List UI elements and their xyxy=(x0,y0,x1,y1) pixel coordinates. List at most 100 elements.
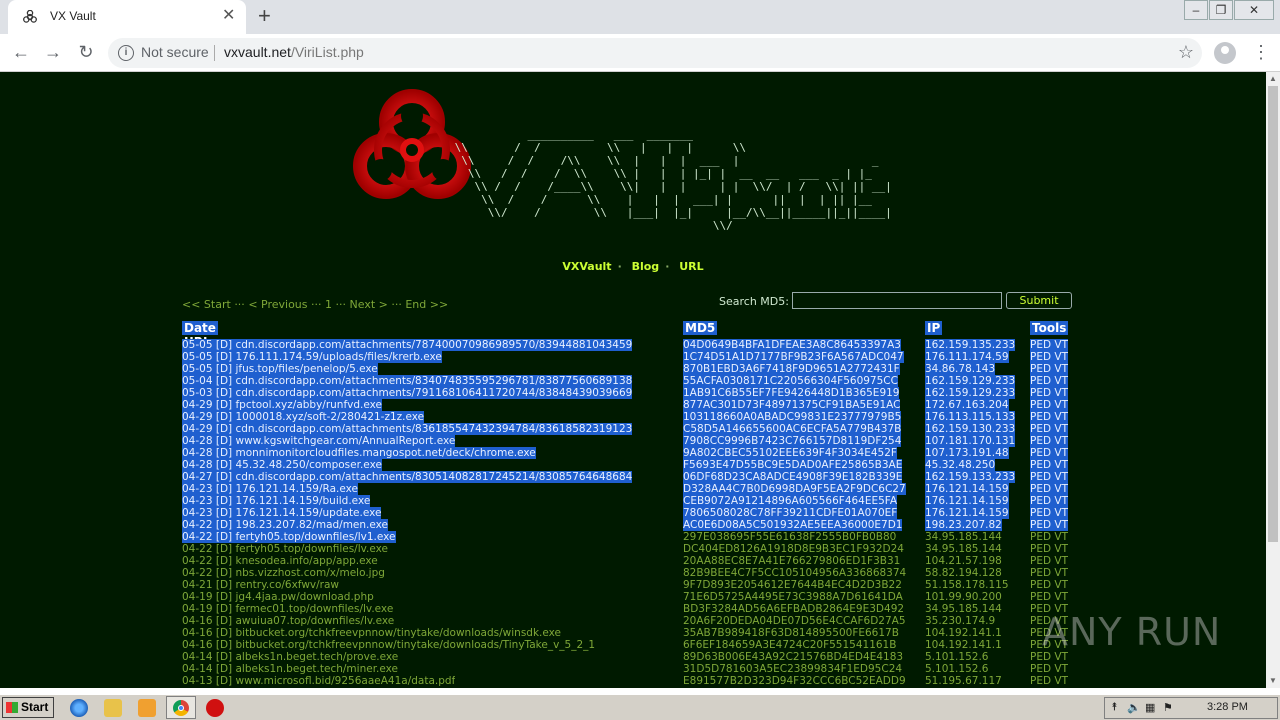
download-link-icon[interactable]: [D] xyxy=(213,627,236,639)
malware-url-link[interactable]: albeks1n.beget.tech/miner.exe xyxy=(235,663,398,675)
ip-link[interactable]: 176.111.174.59 xyxy=(925,351,1009,363)
download-link-icon[interactable]: [D] xyxy=(213,567,236,579)
stop-icon[interactable] xyxy=(206,699,224,717)
malware-url-link[interactable]: fpctool.xyz/abby/runfvd.exe xyxy=(235,399,382,411)
download-link-icon[interactable]: [D] xyxy=(213,543,236,555)
download-link-icon[interactable]: [D] xyxy=(213,483,236,495)
tools-links[interactable]: PED VT xyxy=(1030,363,1068,375)
tools-links[interactable]: PED VT xyxy=(1030,567,1068,579)
download-link-icon[interactable]: [D] xyxy=(213,651,236,663)
ip-link[interactable]: 35.230.174.9 xyxy=(925,615,995,627)
tools-links[interactable]: PED VT xyxy=(1030,339,1068,351)
download-link-icon[interactable]: [D] xyxy=(213,423,236,435)
page-scrollbar[interactable]: ▲ ▼ xyxy=(1266,72,1280,688)
download-link-icon[interactable]: [D] xyxy=(213,375,236,387)
scroll-up-arrow-icon[interactable]: ▲ xyxy=(1266,72,1280,86)
tools-links[interactable]: PED VT xyxy=(1030,507,1068,519)
tab-vx-vault[interactable]: VX Vault ✕ xyxy=(8,0,246,34)
ip-link[interactable]: 176.113.115.133 xyxy=(925,411,1016,423)
download-link-icon[interactable]: [D] xyxy=(213,639,236,651)
download-link-icon[interactable]: [D] xyxy=(213,603,236,615)
ip-link[interactable]: 5.101.152.6 xyxy=(925,663,988,675)
info-icon[interactable]: i xyxy=(118,45,134,61)
network-icon[interactable]: ▦ xyxy=(1145,701,1155,714)
search-md5-input[interactable] xyxy=(792,292,1002,309)
ip-link[interactable]: 162.159.129.233 xyxy=(925,375,1016,387)
tools-links[interactable]: PED VT xyxy=(1030,375,1068,387)
download-link-icon[interactable]: [D] xyxy=(213,339,236,351)
md5-link[interactable]: 9F7D893E2054612E7644B4EC4D2D3B22 xyxy=(683,579,902,591)
tab-close-icon[interactable]: ✕ xyxy=(222,7,235,25)
window-close-button[interactable]: ✕ xyxy=(1234,0,1274,20)
scroll-down-arrow-icon[interactable]: ▼ xyxy=(1266,674,1280,688)
download-link-icon[interactable]: [D] xyxy=(213,591,236,603)
md5-link[interactable]: 06DF68D23CA8ADCE4908F39E182B339E xyxy=(683,471,903,483)
md5-link[interactable]: 55ACFA0308171C220566304F560975CC xyxy=(683,375,898,387)
download-link-icon[interactable]: [D] xyxy=(213,531,236,543)
ip-link[interactable]: 162.159.133.233 xyxy=(925,471,1016,483)
ip-link[interactable]: 107.173.191.48 xyxy=(925,447,1009,459)
address-bar[interactable]: i Not secure vxvault.net/ViriList.php ☆ xyxy=(108,38,1202,68)
ip-link[interactable]: 176.121.14.159 xyxy=(925,483,1009,495)
tools-links[interactable]: PED VT xyxy=(1030,351,1068,363)
restore-button[interactable]: ❐ xyxy=(1209,0,1233,20)
tools-links[interactable]: PED VT xyxy=(1030,579,1068,591)
md5-link[interactable]: 870B1EBD3A6F7418F9D9651A2772431F xyxy=(683,363,900,375)
tools-links[interactable]: PED VT xyxy=(1030,663,1068,675)
md5-link[interactable]: 04D0649B4BFA1DFEAE3A8C86453397A3 xyxy=(683,339,901,351)
ip-link[interactable]: 176.121.14.159 xyxy=(925,507,1009,519)
md5-link[interactable]: D328AA4C7B0D6998DA9F5EA2F9DC6C27 xyxy=(683,483,906,495)
md5-link[interactable]: 877AC301D73F48971375CF91BA5E91AC xyxy=(683,399,901,411)
malware-url-link[interactable]: rentry.co/6xfwv/raw xyxy=(235,579,339,591)
md5-link[interactable]: 89D63B006E43A92C21576BD4ED4E4183 xyxy=(683,651,903,663)
md5-link[interactable]: 1C74D51A1D7177BF9B23F6A567ADC047 xyxy=(683,351,904,363)
ip-link[interactable]: 58.82.194.128 xyxy=(925,567,1002,579)
start-button[interactable]: Start xyxy=(2,697,54,718)
download-link-icon[interactable]: [D] xyxy=(213,507,236,519)
pager-previous[interactable]: < Previous xyxy=(248,298,307,311)
media-player-icon[interactable] xyxy=(138,699,156,717)
tools-links[interactable]: PED VT xyxy=(1030,495,1068,507)
menu-kebab-icon[interactable]: ⋮ xyxy=(1252,42,1270,62)
md5-link[interactable]: 20AA88EC8E7A41E766279806ED1F3B31 xyxy=(683,555,900,567)
submit-button[interactable]: Submit xyxy=(1006,292,1072,309)
md5-link[interactable]: DC404ED8126A1918D8E9B3EC1F932D24 xyxy=(683,543,904,555)
volume-icon[interactable]: 🔈 xyxy=(1127,701,1141,714)
download-link-icon[interactable]: [D] xyxy=(213,615,236,627)
md5-link[interactable]: 297E038695F55E61638F2555B0FB0B80 xyxy=(683,531,896,543)
download-link-icon[interactable]: [D] xyxy=(213,459,236,471)
malware-url-link[interactable]: 176.111.174.59/uploads/files/krerb.exe xyxy=(235,351,441,363)
pager-start[interactable]: << Start xyxy=(182,298,231,311)
pager-next[interactable]: Next > xyxy=(350,298,388,311)
nav-blog[interactable]: Blog xyxy=(632,260,660,273)
tools-links[interactable]: PED VT xyxy=(1030,435,1068,447)
bookmark-star-icon[interactable]: ☆ xyxy=(1178,42,1194,63)
tools-links[interactable]: PED VT xyxy=(1030,483,1068,495)
ip-link[interactable]: 34.95.185.144 xyxy=(925,603,1002,615)
url-text[interactable]: vxvault.net/ViriList.php xyxy=(224,44,364,60)
tools-links[interactable]: PED VT xyxy=(1030,411,1068,423)
md5-link[interactable]: AC0E6D08A5C501932AE5EEA36000E7D1 xyxy=(683,519,903,531)
malware-url-link[interactable]: 176.121.14.159/update.exe xyxy=(235,507,381,519)
malware-url-link[interactable]: 45.32.48.250/composer.exe xyxy=(235,459,381,471)
ip-link[interactable]: 107.181.170.131 xyxy=(925,435,1016,447)
reload-icon[interactable]: ↻ xyxy=(74,40,98,64)
ip-link[interactable]: 34.86.78.143 xyxy=(925,363,996,375)
malware-url-link[interactable]: cdn.discordapp.com/attachments/787400070… xyxy=(235,339,632,351)
md5-link[interactable]: 7908CC9996B7423C766157D8119DF254 xyxy=(683,435,902,447)
folder-icon[interactable] xyxy=(104,699,122,717)
malware-url-link[interactable]: monnimonitorcloudfiles.mangospot.net/dec… xyxy=(235,447,535,459)
download-link-icon[interactable]: [D] xyxy=(213,363,236,375)
md5-link[interactable]: E891577B2D323D94F32CCC6BC52EADD9 xyxy=(683,675,906,687)
malware-url-link[interactable]: 176.121.14.159/Ra.exe xyxy=(235,483,358,495)
tools-links[interactable]: PED VT xyxy=(1030,387,1068,399)
ip-link[interactable]: 104.192.141.1 xyxy=(925,627,1002,639)
md5-link[interactable]: C58D5A146655600AC6ECFA5A779B437B xyxy=(683,423,902,435)
download-link-icon[interactable]: [D] xyxy=(213,675,236,687)
md5-link[interactable]: 9A802CBEC55102EEE639F4F3034E452F xyxy=(683,447,897,459)
malware-url-link[interactable]: 1000018.xyz/soft-2/280421-z1z.exe xyxy=(235,411,424,423)
md5-link[interactable]: 82B9BEE4C7F5CC105104956A336868374 xyxy=(683,567,906,579)
malware-url-link[interactable]: fertyh05.top/downfiles/lv.exe xyxy=(235,543,388,555)
md5-link[interactable]: 20A6F20DEDA04DE07D56E4CCAF6D27A5 xyxy=(683,615,906,627)
tools-links[interactable]: PED VT xyxy=(1030,471,1068,483)
